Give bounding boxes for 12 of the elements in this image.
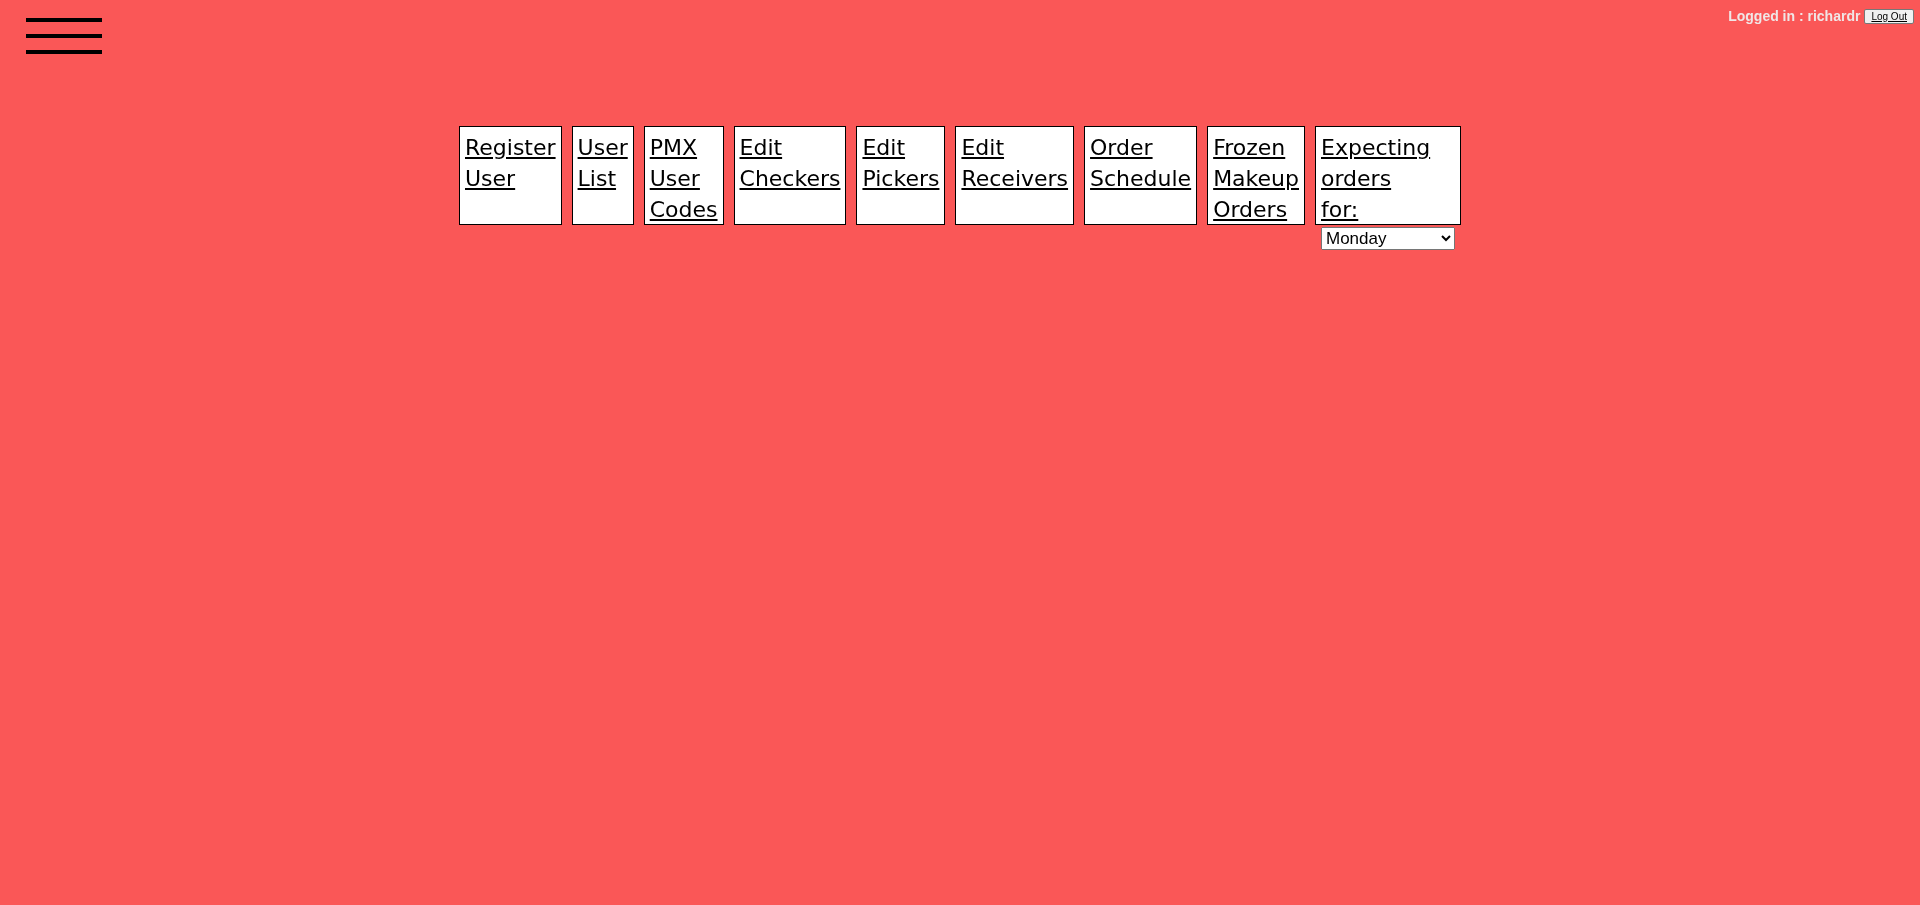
expecting-orders-label: Expecting orders for: [1321,134,1431,224]
nav-link[interactable]: Register User [465,132,556,194]
day-select[interactable]: Monday [1321,227,1455,250]
login-status: Logged in : richardr [1728,8,1861,24]
nav-link[interactable]: Edit Receivers [961,132,1069,194]
nav-link[interactable]: User List [577,132,628,194]
nav-link[interactable]: PMX User Codes [649,132,718,225]
nav-link[interactable]: Frozen Makeup Orders [1213,132,1299,225]
nav-link[interactable]: Edit Pickers [862,132,940,194]
nav-link[interactable]: Edit Checkers [739,132,841,194]
logout-button[interactable]: Log Out [1864,8,1914,24]
nav-link[interactable]: Order Schedule [1090,132,1192,194]
